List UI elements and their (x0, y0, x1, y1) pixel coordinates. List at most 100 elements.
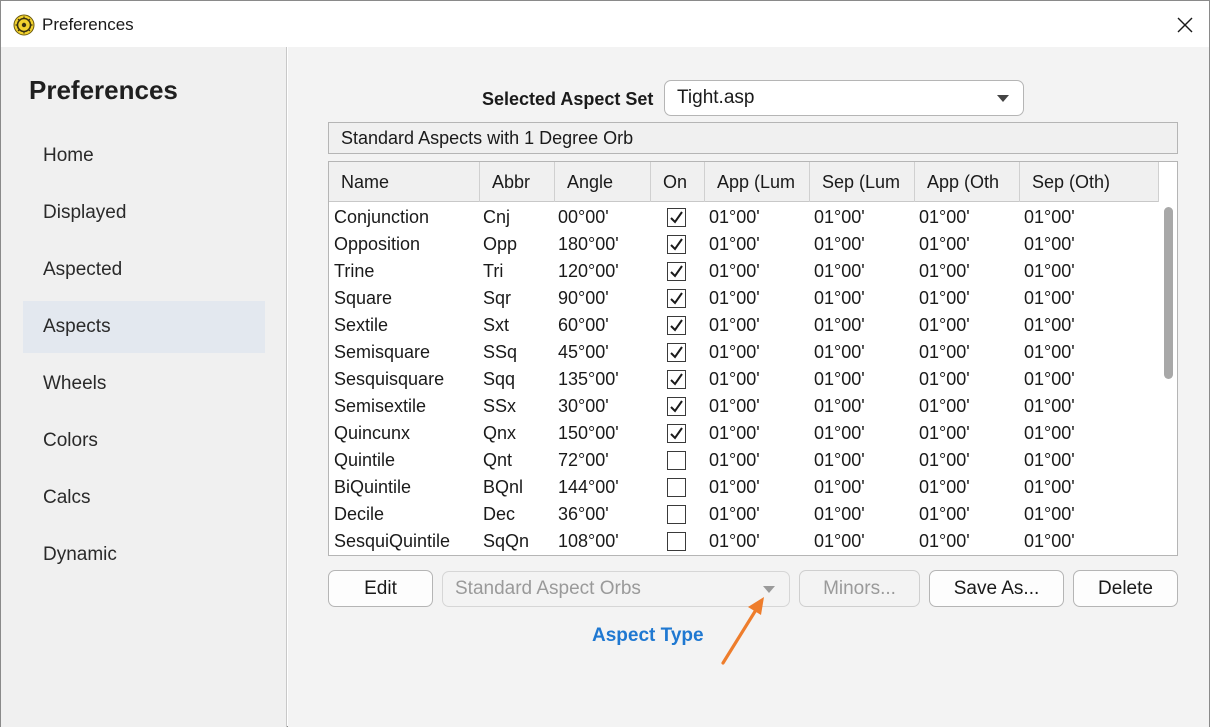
sidebar-item-label: Aspected (43, 259, 123, 280)
cell-name: Decile (334, 504, 385, 524)
scroll-thumb[interactable] (1164, 207, 1173, 379)
cell-sep-oth: 01°00' (1024, 450, 1075, 470)
cell-sep-lum: 01°00' (814, 450, 865, 470)
delete-button[interactable]: Delete (1073, 570, 1178, 607)
on-checkbox[interactable] (667, 370, 686, 389)
checkmark-icon (670, 238, 683, 251)
cell-app-lum: 01°00' (709, 234, 760, 254)
on-checkbox[interactable] (667, 316, 686, 335)
sidebar-item-label: Displayed (43, 202, 127, 223)
cell-abbr: Tri (483, 261, 504, 281)
on-checkbox[interactable] (667, 343, 686, 362)
cell-app-oth: 01°00' (919, 450, 970, 470)
cell-app-lum: 01°00' (709, 288, 760, 308)
cell-angle: 36°00' (558, 504, 609, 524)
cell-angle: 60°00' (558, 315, 609, 335)
cell-app-lum: 01°00' (709, 531, 760, 551)
table-row[interactable]: Conjunction Cnj 00°00' 01°00' 01°00' 01°00' 01… (329, 204, 1159, 231)
sidebar-item-dynamic[interactable]: Dynamic (23, 529, 265, 581)
cell-sep-lum: 01°00' (814, 396, 865, 416)
cell-abbr: Sxt (483, 315, 510, 335)
cell-app-lum: 01°00' (709, 423, 760, 443)
sidebar-item-home[interactable]: Home (23, 130, 265, 182)
cell-app-lum: 01°00' (709, 450, 760, 470)
cell-app-oth: 01°00' (919, 288, 970, 308)
table-row[interactable]: Trine Tri 120°00' 01°00' 01°00' 01°00' 01°00' (329, 258, 1159, 285)
column-header-angle[interactable]: Angle (555, 162, 651, 202)
table-row[interactable]: Semisextile SSx 30°00' 01°00' 01°00' 01°00' 01… (329, 393, 1159, 420)
cell-angle: 180°00' (558, 234, 619, 254)
cell-app-lum: 01°00' (709, 207, 760, 227)
column-header-on[interactable]: On (651, 162, 705, 202)
minors-button[interactable]: Minors... (799, 570, 920, 607)
column-header-sep-lum[interactable]: Sep (Lum (810, 162, 915, 202)
table-row[interactable]: BiQuintile BQnl 144°00' 01°00' 01°00' 01°00' 0… (329, 474, 1159, 501)
on-checkbox[interactable] (667, 289, 686, 308)
cell-app-lum: 01°00' (709, 396, 760, 416)
checkmark-icon (670, 319, 683, 332)
cell-sep-oth: 01°00' (1024, 288, 1075, 308)
sidebar-item-displayed[interactable]: Displayed (23, 187, 265, 239)
on-checkbox[interactable] (667, 451, 686, 470)
table-row[interactable]: Quincunx Qnx 150°00' 01°00' 01°00' 01°00' 01°0… (329, 420, 1159, 447)
cell-app-lum: 01°00' (709, 315, 760, 335)
cell-sep-oth: 01°00' (1024, 261, 1075, 281)
cell-sep-oth: 01°00' (1024, 423, 1075, 443)
table-row[interactable]: Sextile Sxt 60°00' 01°00' 01°00' 01°00' 01°00' (329, 312, 1159, 339)
column-header-abbr[interactable]: Abbr (480, 162, 555, 202)
aspect-set-dropdown[interactable]: Tight.asp (664, 80, 1024, 116)
checkmark-icon (670, 292, 683, 305)
save-as-button[interactable]: Save As... (929, 570, 1064, 607)
cell-sep-oth: 01°00' (1024, 369, 1075, 389)
sidebar-item-colors[interactable]: Colors (23, 415, 265, 467)
app-icon (13, 14, 35, 36)
on-checkbox[interactable] (667, 532, 686, 551)
column-header-app-lum[interactable]: App (Lum (705, 162, 810, 202)
on-checkbox[interactable] (667, 478, 686, 497)
table-row[interactable]: SesquiQuintile SqQn 108°00' 01°00' 01°00' 01°… (329, 528, 1159, 555)
table-row[interactable]: Decile Dec 36°00' 01°00' 01°00' 01°00' 01°00' (329, 501, 1159, 528)
on-checkbox[interactable] (667, 208, 686, 227)
sidebar-item-aspected[interactable]: Aspected (23, 244, 265, 296)
cell-sep-lum: 01°00' (814, 207, 865, 227)
cell-sep-lum: 01°00' (814, 342, 865, 362)
cell-sep-oth: 01°00' (1024, 396, 1075, 416)
cell-app-oth: 01°00' (919, 504, 970, 524)
cell-name: Opposition (334, 234, 421, 254)
on-checkbox[interactable] (667, 262, 686, 281)
table-row[interactable]: Square Sqr 90°00' 01°00' 01°00' 01°00' 01°00' (329, 285, 1159, 312)
table-row[interactable]: Semisquare SSq 45°00' 01°00' 01°00' 01°00' 01°… (329, 339, 1159, 366)
checkmark-icon (670, 373, 683, 386)
cell-sep-oth: 01°00' (1024, 477, 1075, 497)
table-row[interactable]: Sesquisquare Sqq 135°00' 01°00' 01°00' 01°00'… (329, 366, 1159, 393)
on-checkbox[interactable] (667, 424, 686, 443)
cell-abbr: Sqr (483, 288, 512, 308)
description-text: Standard Aspects with 1 Degree Orb (341, 127, 634, 148)
edit-button[interactable]: Edit (328, 570, 433, 607)
column-header-sep-oth[interactable]: Sep (Oth) (1020, 162, 1159, 202)
sidebar-item-aspects[interactable]: Aspects (23, 301, 265, 353)
close-button[interactable] (1169, 9, 1201, 41)
on-checkbox[interactable] (667, 505, 686, 524)
sidebar-item-wheels[interactable]: Wheels (23, 358, 265, 410)
sidebar-item-label: Calcs (43, 487, 91, 508)
aspect-set-description: Standard Aspects with 1 Degree Orb (328, 122, 1178, 154)
on-checkbox[interactable] (667, 397, 686, 416)
cell-sep-lum: 01°00' (814, 369, 865, 389)
column-header-app-oth[interactable]: App (Oth (915, 162, 1020, 202)
on-checkbox[interactable] (667, 235, 686, 254)
aspects-table: Name Abbr Angle On App (Lum Sep (Lum App… (328, 161, 1178, 556)
cell-angle: 135°00' (558, 369, 619, 389)
sidebar-title: Preferences (29, 75, 178, 105)
cell-app-lum: 01°00' (709, 504, 760, 524)
column-header-name[interactable]: Name (329, 162, 480, 202)
cell-angle: 90°00' (558, 288, 609, 308)
cell-app-lum: 01°00' (709, 342, 760, 362)
cell-name: BiQuintile (334, 477, 412, 497)
cell-angle: 30°00' (558, 396, 609, 416)
table-row[interactable]: Opposition Opp 180°00' 01°00' 01°00' 01°00' 01… (329, 231, 1159, 258)
vertical-scrollbar[interactable] (1159, 203, 1177, 555)
cell-abbr: SSq (483, 342, 518, 362)
table-row[interactable]: Quintile Qnt 72°00' 01°00' 01°00' 01°00' 01°00… (329, 447, 1159, 474)
sidebar-item-calcs[interactable]: Calcs (23, 472, 265, 524)
